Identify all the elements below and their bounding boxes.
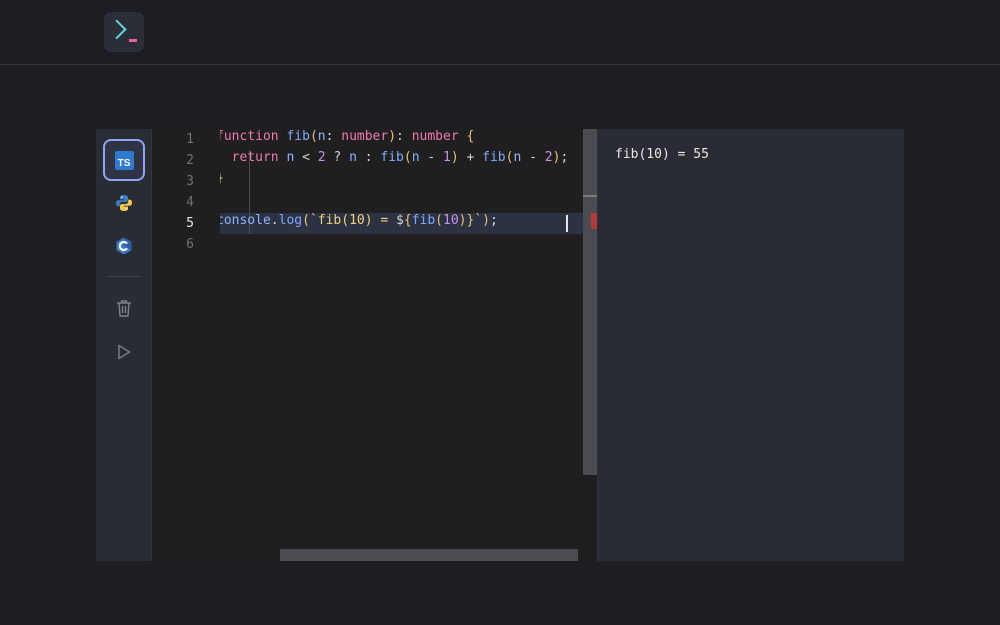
line-number: 6 xyxy=(186,237,194,252)
code-line-1: function fib(n: number): number { xyxy=(220,129,475,144)
output-panel: fib(10) = 55 xyxy=(598,129,904,561)
text-cursor xyxy=(566,215,568,232)
run-button[interactable] xyxy=(113,341,135,363)
trash-icon xyxy=(117,300,131,317)
line-number: 1 xyxy=(186,132,194,147)
header-bar xyxy=(0,0,1000,65)
language-sidebar: TS xyxy=(96,129,152,561)
c-language-icon xyxy=(116,237,132,255)
typescript-language-button[interactable]: TS xyxy=(103,139,145,181)
code-editor[interactable]: 1 2 3 4 5 6 function fib(n: number): num… xyxy=(152,129,584,561)
playground-window: TS 1 2 3 4 5 6 function fib(n: number): … xyxy=(96,129,904,561)
python-icon xyxy=(116,195,132,211)
line-number-gutter: 1 2 3 4 5 6 xyxy=(152,129,220,561)
c-language-button[interactable] xyxy=(103,225,145,267)
horizontal-scrollbar[interactable] xyxy=(280,549,578,561)
vertical-scrollbar[interactable] xyxy=(583,129,597,475)
typescript-icon: TS xyxy=(114,150,134,170)
clear-button[interactable] xyxy=(113,297,135,319)
line-number: 5 xyxy=(186,216,194,231)
line-number: 4 xyxy=(186,195,194,210)
line-number: 3 xyxy=(186,174,194,189)
sidebar-divider xyxy=(108,276,140,277)
code-line-5: console.log(`fib(10) = ${fib(10)}`); xyxy=(220,213,498,228)
output-text: fib(10) = 55 xyxy=(615,147,709,162)
terminal-prompt-icon[interactable] xyxy=(104,12,144,52)
scrollbar-cursor-marker xyxy=(583,195,597,197)
code-area[interactable]: function fib(n: number): number { return… xyxy=(220,129,584,561)
code-line-3: } xyxy=(220,171,224,192)
python-language-button[interactable] xyxy=(103,182,145,224)
play-icon xyxy=(118,344,131,360)
code-line-2: return n < 2 ? n : fib(n - 1) + fib(n - … xyxy=(231,150,569,165)
line-number: 2 xyxy=(186,153,194,168)
